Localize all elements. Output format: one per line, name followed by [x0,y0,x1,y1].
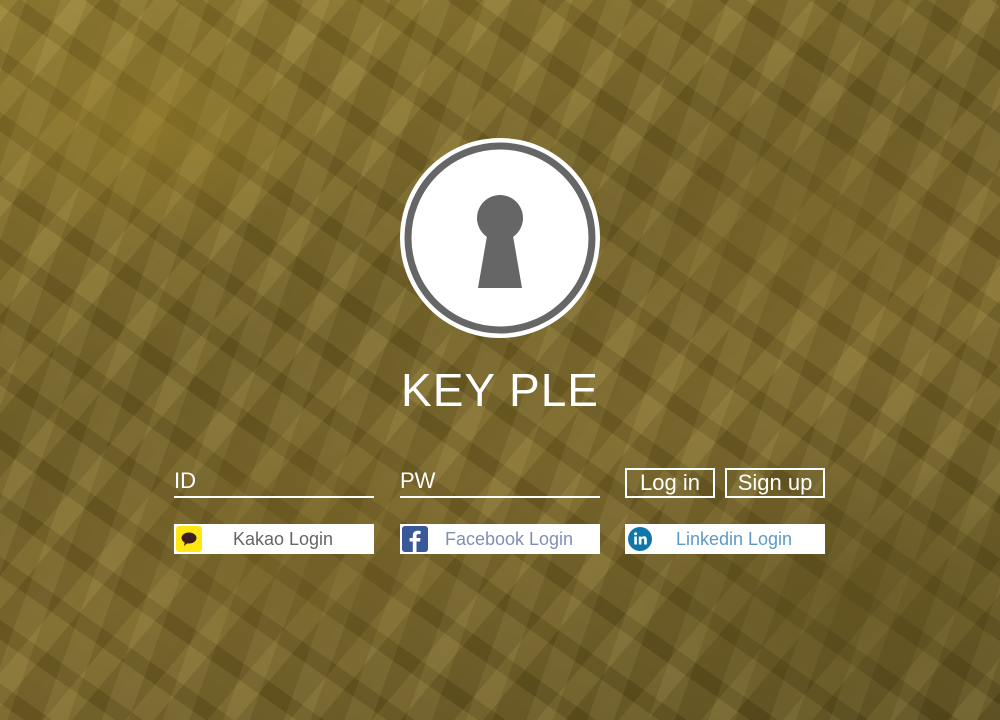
linkedin-icon [627,526,653,552]
linkedin-login-label: Linkedin Login [675,528,793,549]
kakao-login-button[interactable]: Kakao Login [174,524,374,554]
linkedin-login-button[interactable]: Linkedin Login [625,524,825,554]
kakao-login-label: Kakao Login [232,528,334,549]
crumpled-gold-background [0,0,1000,720]
password-field[interactable] [400,466,600,498]
facebook-login-label: Facebook Login [444,528,574,549]
signup-button[interactable]: Sign up [725,468,825,498]
id-input[interactable] [174,466,374,496]
kakao-talk-icon [176,526,202,552]
app-title: KEY PLE [401,364,599,416]
facebook-login-button[interactable]: Facebook Login [400,524,600,554]
id-field[interactable] [174,466,374,498]
password-input[interactable] [400,466,600,496]
facebook-icon [402,526,428,552]
login-button[interactable]: Log in [625,468,715,498]
keyhole-logo-icon [400,138,600,338]
